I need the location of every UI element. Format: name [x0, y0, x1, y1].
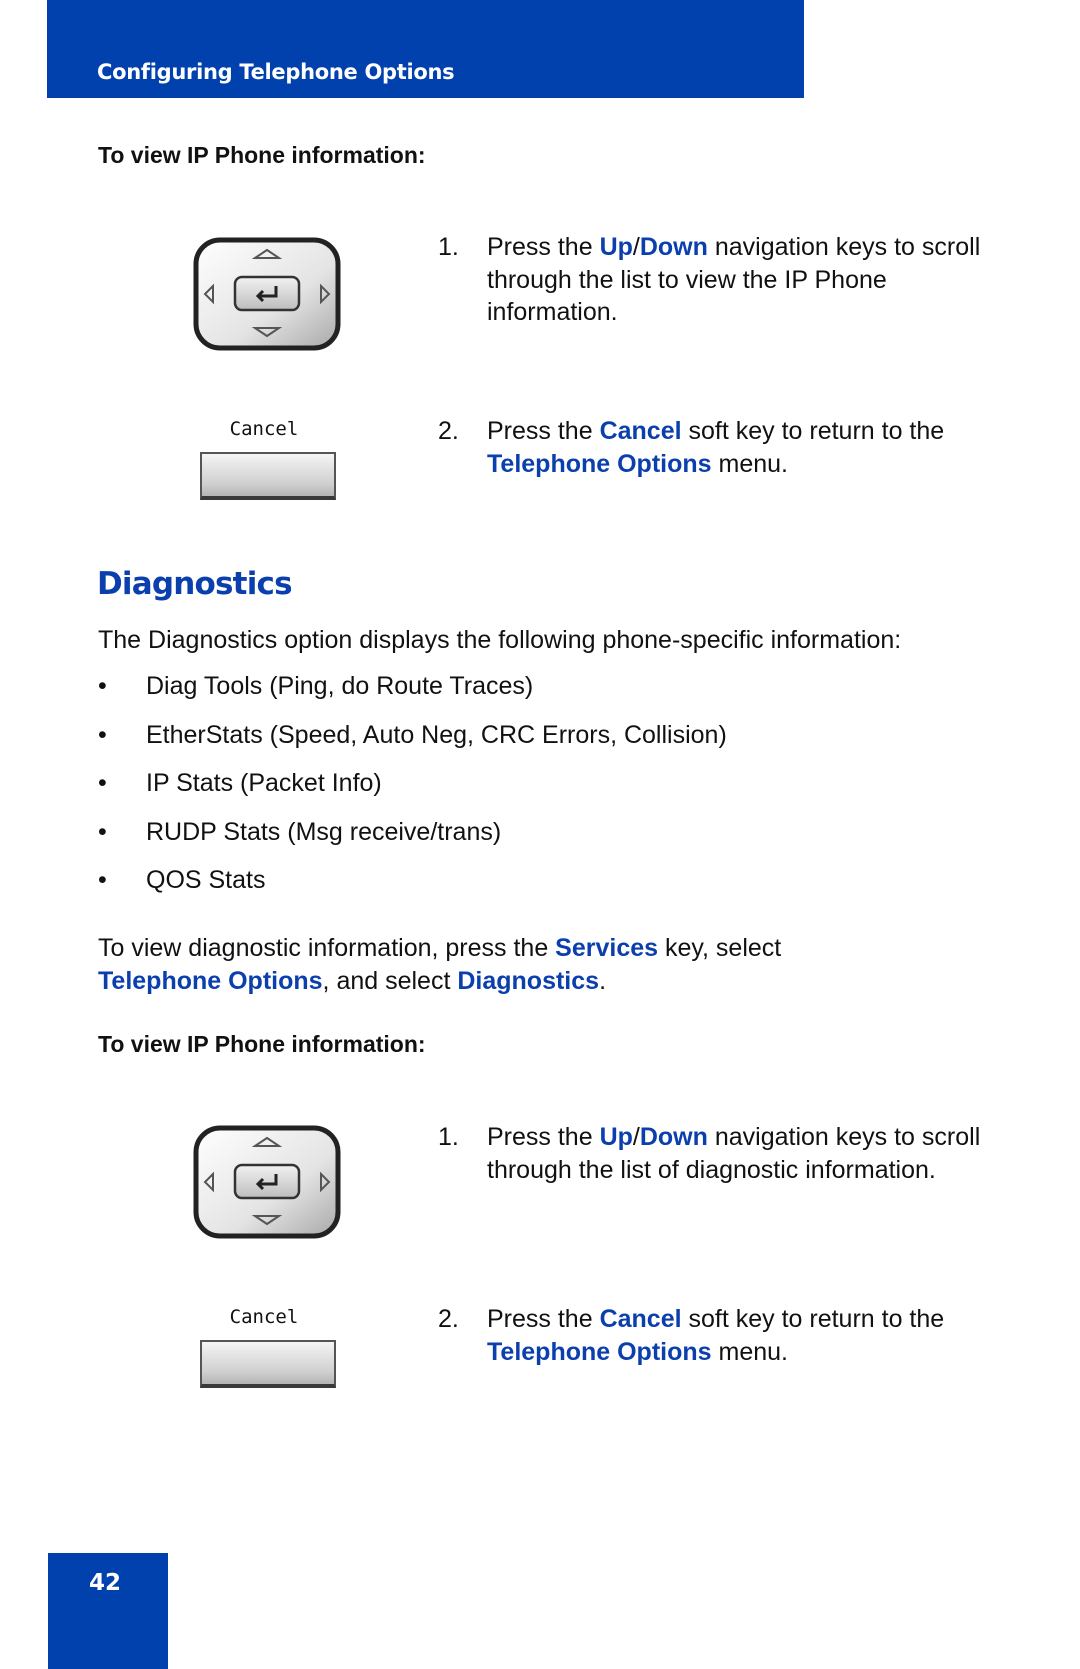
- cancel-softkey: Cancel: [200, 1306, 336, 1388]
- list-item: • RUDP Stats (Msg receive/trans): [98, 817, 502, 846]
- diagnostics-list: • Diag Tools (Ping, do Route Traces) • Eth…: [98, 672, 727, 915]
- list-item: • EtherStats (Speed, Auto Neg, CRC Errors…: [98, 720, 727, 749]
- chapter-title: Configuring Telephone Options: [97, 60, 455, 84]
- cancel-key-ref: Cancel: [599, 417, 682, 445]
- cancel-softkey: Cancel: [200, 418, 336, 500]
- softkey-label: Cancel: [229, 418, 299, 440]
- softkey-button-icon: [200, 1340, 336, 1388]
- services-key-ref: Services: [555, 934, 659, 962]
- list-item: • QOS Stats: [98, 866, 266, 895]
- diagnostics-ref: Diagnostics: [457, 966, 600, 995]
- procedure-heading: To view IP Phone information:: [98, 142, 426, 168]
- navigation-key-icon: [193, 1125, 341, 1239]
- page-number-box: 42: [48, 1553, 168, 1669]
- down-key-ref: Down: [639, 1123, 708, 1151]
- softkey-label: Cancel: [229, 1306, 299, 1328]
- procedure-heading: To view IP Phone information:: [98, 1031, 426, 1057]
- cancel-key-ref: Cancel: [599, 1305, 682, 1333]
- howto-paragraph: To view diagnostic information, press th…: [98, 934, 782, 995]
- list-item: • IP Stats (Packet Info): [98, 769, 382, 798]
- telephone-options-ref: Telephone Options: [487, 1337, 712, 1366]
- up-key-ref: Up: [599, 1123, 633, 1151]
- step-1: 1. Press the Up/Down navigation keys to …: [438, 1123, 981, 1184]
- telephone-options-ref: Telephone Options: [487, 449, 712, 478]
- up-key-ref: Up: [599, 233, 633, 261]
- section-title: Diagnostics: [97, 566, 293, 602]
- telephone-options-ref: Telephone Options: [98, 966, 323, 995]
- list-item: • Diag Tools (Ping, do Route Traces): [98, 672, 534, 700]
- page-number: 42: [88, 1570, 121, 1596]
- section-intro: The Diagnostics option displays the foll…: [98, 626, 902, 654]
- step-2: 2. Press the Cancel soft key to return t…: [438, 417, 945, 478]
- step-2: 2. Press the Cancel soft key to return t…: [438, 1305, 945, 1366]
- down-key-ref: Down: [639, 233, 708, 261]
- step-1: 1. Press the Up/Down navigation keys to …: [438, 233, 981, 326]
- navigation-key-icon: [193, 237, 341, 351]
- softkey-button-icon: [200, 452, 336, 500]
